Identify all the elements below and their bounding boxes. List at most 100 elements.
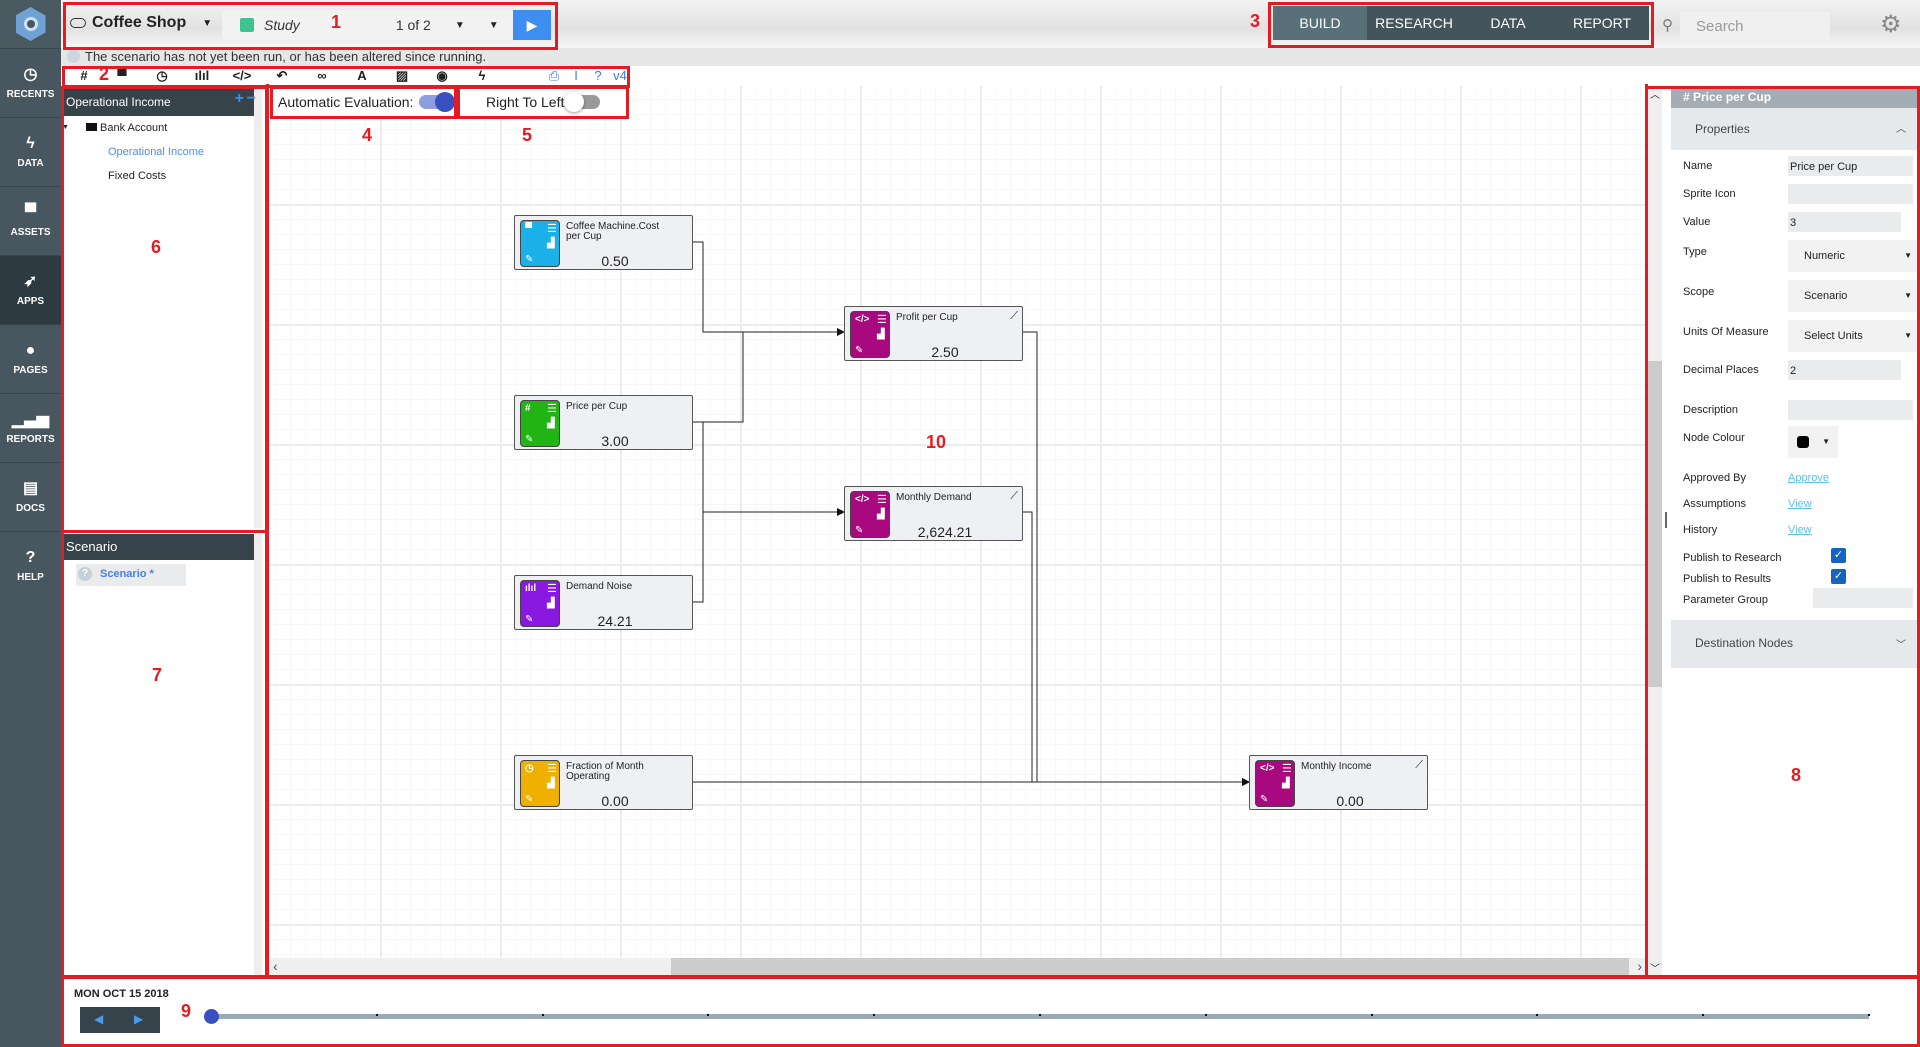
canvas-horizontal-scrollbar[interactable]: ‹ › (270, 958, 1645, 975)
camera-icon[interactable]: ◉ (422, 68, 462, 84)
node-type-icon: </> (855, 314, 870, 325)
scroll-right-icon[interactable]: › (1637, 958, 1642, 974)
search-input[interactable]: Search (1680, 12, 1830, 42)
scrollbar-thumb[interactable] (1647, 361, 1662, 687)
options-dropdown-icon[interactable]: ▼ (489, 20, 499, 31)
menu-icon[interactable]: ☰ (1282, 762, 1292, 775)
node-price[interactable]: # ☰ ▟ ✎ Price per Cup 3.00 (514, 395, 693, 450)
node-type-icon: </> (1260, 763, 1275, 774)
node-noise[interactable]: ılıl ☰ ▟ ✎ Demand Noise 24.21 (514, 575, 693, 630)
node-profit[interactable]: </> ☰ ▟ ✎ Profit per Cup 2.50 ⟋ (844, 306, 1023, 361)
project-selector[interactable]: Coffee Shop ▼ (70, 14, 212, 32)
sprite-icon-field[interactable] (1788, 184, 1913, 204)
main-nav-research[interactable]: RESEARCH (1367, 6, 1461, 40)
properties-vertical-scrollbar[interactable]: ︿ ﹀ (1647, 86, 1662, 975)
edit-icon[interactable]: ✎ (525, 434, 533, 445)
nav-item-pages[interactable]: ● PAGES (0, 324, 61, 393)
scenario-item[interactable]: ? Scenario * (76, 564, 186, 586)
approve-link[interactable]: Approve (1788, 472, 1829, 484)
panel-resize-handle[interactable] (1665, 512, 1667, 528)
rtl-switch[interactable] (564, 92, 601, 112)
menu-icon[interactable]: ☰ (877, 493, 887, 506)
collapse-all-button[interactable]: − (247, 90, 256, 108)
main-nav-report[interactable]: REPORT (1555, 6, 1649, 40)
menu-icon[interactable]: ☰ (547, 762, 557, 775)
tree-item-operational-income[interactable]: Operational Income (62, 140, 254, 164)
node-income[interactable]: </> ☰ ▟ ✎ Monthly Income 0.00 ⟋ (1249, 755, 1428, 810)
scroll-left-icon[interactable]: ‹ (273, 958, 278, 974)
study-selector[interactable]: Study 1 of 2 ▼ ▼ (222, 10, 528, 40)
menu-icon[interactable]: ☰ (547, 582, 557, 595)
line-chart-icon[interactable]: ⟋ (1010, 310, 1018, 323)
nav-item-assets[interactable]: ▀ ASSETS (0, 186, 61, 255)
node-colour-picker[interactable]: ▼ (1788, 426, 1838, 458)
image-icon[interactable]: ▨ (382, 68, 422, 84)
type-select[interactable]: Numeric ▼ (1788, 240, 1920, 272)
scroll-up-icon[interactable]: ︿ (1650, 86, 1660, 101)
timeline-slider-handle[interactable] (204, 1009, 219, 1024)
menu-icon[interactable]: ☰ (547, 222, 557, 235)
scroll-down-icon[interactable]: ﹀ (1650, 960, 1660, 975)
nav-item-help[interactable]: ? HELP (0, 531, 61, 600)
distribution-icon[interactable]: ılıl (182, 68, 222, 84)
expand-all-button[interactable]: + (235, 90, 244, 108)
tree-item-fixed-costs[interactable]: Fixed Costs (62, 164, 254, 188)
undo-icon[interactable]: ↶ (262, 68, 302, 84)
print-icon[interactable]: ⎙ (546, 68, 562, 84)
value-field[interactable]: 3 (1788, 212, 1901, 232)
parameter-icon[interactable]: # (66, 68, 102, 84)
text-icon[interactable]: A (342, 68, 382, 84)
auto-eval-switch[interactable] (419, 92, 456, 112)
help-icon[interactable]: ? (590, 68, 606, 84)
node-demand[interactable]: </> ☰ ▟ ✎ Monthly Demand 2,624.21 ⟋ (844, 486, 1023, 541)
nav-item-apps[interactable]: ➶ APPS (0, 255, 61, 324)
version-label[interactable]: v4 (612, 68, 628, 84)
publish-research-checkbox[interactable]: ✓ (1831, 548, 1846, 563)
model-canvas[interactable]: ▀ ☰ ▟ ✎ Coffee Machine.Cost per Cup 0.50… (270, 86, 1645, 975)
node-fraction[interactable]: ◷ ☰ ▟ ✎ Fraction of Month Operating 0.00 (514, 755, 693, 810)
history-view-link[interactable]: View (1788, 524, 1812, 536)
node-coffee[interactable]: ▀ ☰ ▟ ✎ Coffee Machine.Cost per Cup 0.50 (514, 215, 693, 270)
line-chart-icon[interactable]: ⟋ (1415, 759, 1423, 772)
nav-item-reports[interactable]: ▁▃▅ REPORTS (0, 393, 61, 462)
properties-section-header[interactable]: Properties ︿ (1671, 108, 1920, 150)
decimal-places-field[interactable]: 2 (1788, 360, 1901, 380)
link-icon[interactable]: ∞ (302, 68, 342, 84)
nav-item-docs[interactable]: ▤ DOCS (0, 462, 61, 531)
units-select[interactable]: Select Units ▼ (1788, 320, 1920, 352)
publish-results-checkbox[interactable]: ✓ (1831, 569, 1846, 584)
step-forward-button[interactable]: ▶ (134, 1012, 143, 1026)
app-logo[interactable] (0, 0, 61, 48)
destination-nodes-section[interactable]: Destination Nodes ﹀ (1671, 620, 1920, 668)
run-button[interactable]: ▶ (513, 10, 551, 40)
clock-icon[interactable]: ◷ (142, 68, 182, 84)
tree-caret-icon[interactable]: ▼ (62, 124, 69, 131)
name-field[interactable]: Price per Cup (1788, 156, 1913, 176)
edit-icon[interactable]: ✎ (525, 254, 533, 265)
bolt-icon[interactable]: ϟ (462, 68, 502, 84)
edit-icon[interactable]: ✎ (525, 794, 533, 805)
timeline-tick (376, 1014, 378, 1016)
edit-icon[interactable]: ✎ (855, 345, 863, 356)
parameter-group-field[interactable] (1813, 588, 1913, 608)
tree-root[interactable]: ▼ Bank Account (62, 116, 254, 140)
code-icon[interactable]: </> (222, 68, 262, 84)
description-field[interactable] (1788, 400, 1913, 420)
scrollbar-thumb[interactable] (671, 958, 1629, 975)
menu-icon[interactable]: ☰ (547, 402, 557, 415)
main-nav-build[interactable]: BUILD (1273, 6, 1367, 40)
nav-item-data[interactable]: ϟ DATA (0, 117, 61, 186)
menu-icon[interactable]: ☰ (877, 313, 887, 326)
scope-select[interactable]: Scenario ▼ (1788, 280, 1920, 312)
text-cursor-icon[interactable]: I (568, 68, 584, 84)
assumptions-view-link[interactable]: View (1788, 498, 1812, 510)
scenario-dropdown-icon[interactable]: ▼ (455, 20, 465, 31)
edit-icon[interactable]: ✎ (855, 525, 863, 536)
main-nav-data[interactable]: DATA (1461, 6, 1555, 40)
line-chart-icon[interactable]: ⟋ (1010, 490, 1018, 503)
nav-item-recents[interactable]: ◷ RECENTS (0, 48, 61, 117)
step-back-button[interactable]: ◀ (94, 1012, 103, 1026)
edit-icon[interactable]: ✎ (525, 614, 533, 625)
gear-icon[interactable]: ⚙ (1880, 10, 1902, 39)
edit-icon[interactable]: ✎ (1260, 794, 1268, 805)
